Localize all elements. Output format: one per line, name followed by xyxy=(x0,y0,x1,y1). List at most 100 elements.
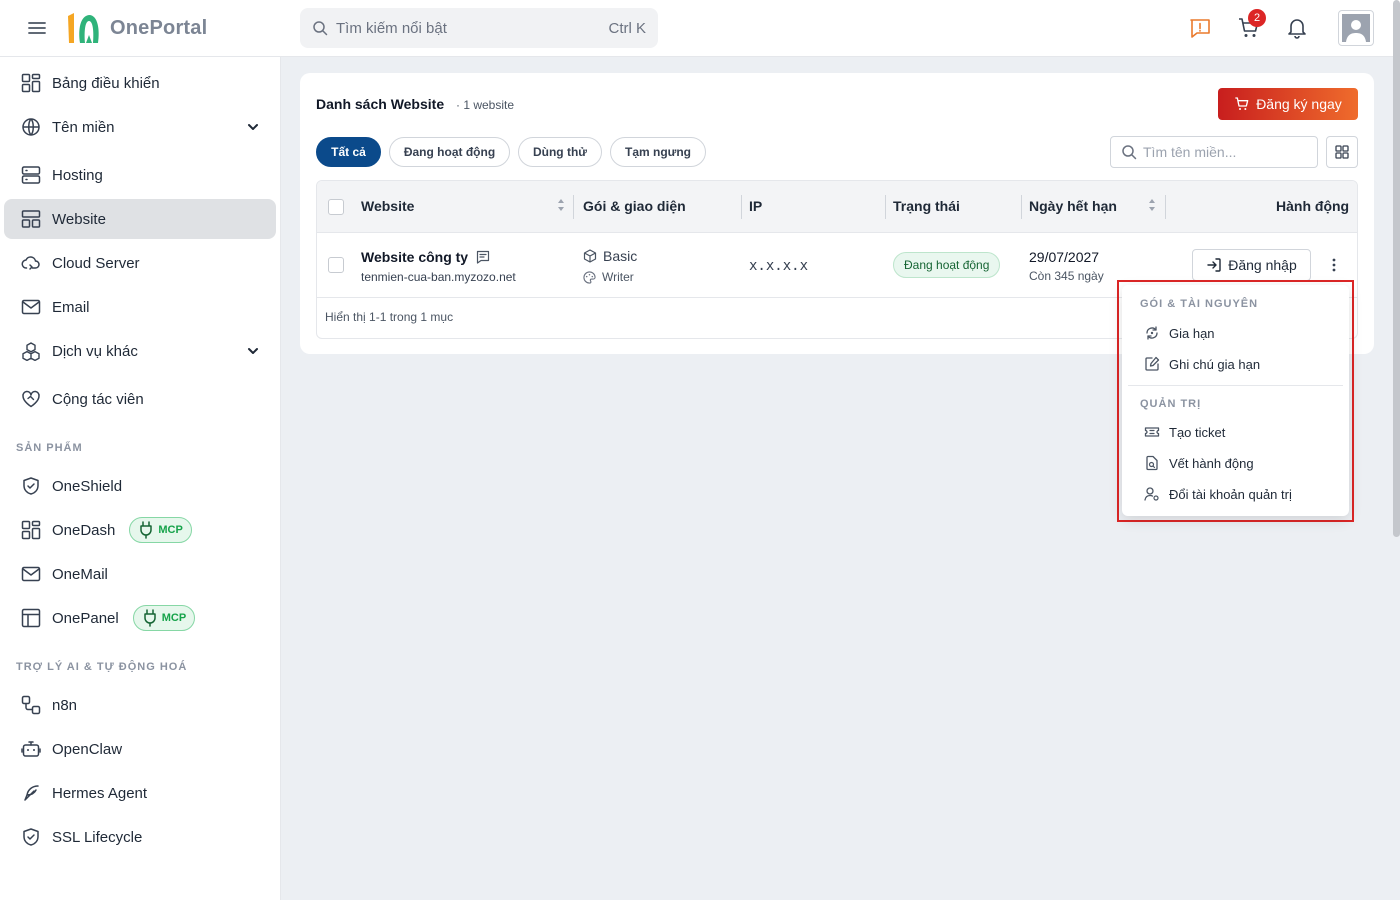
logo[interactable]: OnePortal xyxy=(64,10,207,46)
filter-tab-active[interactable]: Đang hoạt động xyxy=(389,137,510,167)
user-avatar-icon xyxy=(1342,14,1370,42)
login-button[interactable]: Đăng nhập xyxy=(1192,249,1311,281)
file-search-icon xyxy=(1146,455,1158,471)
sidebar-item-label: OneMail xyxy=(52,565,108,583)
column-plan-theme: Gói & giao diện xyxy=(583,198,686,214)
search-icon xyxy=(313,21,328,36)
sidebar-item-website[interactable]: Website xyxy=(4,199,276,239)
avatar[interactable] xyxy=(1338,10,1374,46)
menu-item-renew[interactable]: Gia hạn xyxy=(1144,325,1215,341)
website-domain: tenmien-cua-ban.myzozo.net xyxy=(361,270,516,284)
boxes-icon xyxy=(20,340,42,362)
grid-icon xyxy=(1335,145,1349,159)
section-title-ai: TRỢ LÝ AI & TỰ ĐỘNG HOÁ xyxy=(16,661,188,673)
plug-icon xyxy=(140,521,153,539)
sidebar-item-label: Cộng tác viên xyxy=(52,390,144,408)
status-badge: Đang hoạt động xyxy=(893,252,1001,278)
layout-icon xyxy=(20,208,42,230)
sidebar-item-label: SSL Lifecycle xyxy=(52,828,143,846)
sidebar-item-label: OnePanel xyxy=(52,609,119,627)
column-status: Trạng thái xyxy=(893,198,960,214)
cart-icon xyxy=(1235,97,1249,110)
palette-icon xyxy=(583,270,596,284)
sidebar-item-oneshield[interactable]: OneShield xyxy=(4,466,276,506)
dropdown-section-resources: GÓI & TÀI NGUYÊN xyxy=(1140,298,1259,310)
bot-icon xyxy=(20,738,42,760)
sidebar-item-hosting[interactable]: Hosting xyxy=(4,155,276,195)
mcp-badge: MCP xyxy=(129,517,192,543)
sidebar-item-other-services[interactable]: Dịch vụ khác xyxy=(4,331,276,371)
website-name[interactable]: Website công ty xyxy=(361,249,490,265)
menu-item-switch-admin[interactable]: Đổi tài khoản quản trị xyxy=(1144,486,1292,502)
sidebar-item-onedash[interactable]: OneDash MCP xyxy=(4,510,276,550)
dropdown-section-admin: QUẢN TRỊ xyxy=(1140,398,1202,410)
chevron-down-icon xyxy=(248,124,258,130)
sort-icon[interactable] xyxy=(556,197,566,213)
edit-note-icon xyxy=(1145,356,1160,371)
menu-item-create-ticket[interactable]: Tạo ticket xyxy=(1144,424,1225,440)
column-website[interactable]: Website xyxy=(361,198,414,214)
register-button[interactable]: Đăng ký ngay xyxy=(1218,88,1358,120)
sidebar-item-label: Hermes Agent xyxy=(52,784,148,802)
oneportal-logo-icon xyxy=(68,13,99,43)
note-icon[interactable] xyxy=(476,250,490,264)
feather-icon xyxy=(20,782,42,804)
grid-view-button[interactable] xyxy=(1326,136,1358,168)
sidebar-item-label: Tên miền xyxy=(52,118,115,136)
global-search[interactable]: Tìm kiếm nổi bật Ctrl K xyxy=(300,8,658,48)
column-expire-date[interactable]: Ngày hết hạn xyxy=(1029,198,1117,214)
menu-icon[interactable] xyxy=(27,18,47,38)
plan-name: Basic xyxy=(583,248,637,264)
shield-check-icon xyxy=(20,826,42,848)
sidebar-item-label: Hosting xyxy=(52,166,103,184)
menu-item-action-log[interactable]: Vết hành động xyxy=(1144,455,1254,471)
search-icon xyxy=(1122,145,1137,160)
sidebar-item-email[interactable]: Email xyxy=(4,287,276,327)
plug-icon xyxy=(143,609,156,627)
sort-icon[interactable] xyxy=(1147,197,1157,213)
sidebar-item-cloud-server[interactable]: Cloud Server xyxy=(4,243,276,283)
top-header: OnePortal Tìm kiếm nổi bật Ctrl K 2 xyxy=(0,0,1400,57)
expire-remaining: Còn 345 ngày xyxy=(1029,269,1104,283)
globe-icon xyxy=(20,116,42,138)
mcp-badge: MCP xyxy=(132,605,196,631)
filter-tab-trial[interactable]: Dùng thử xyxy=(518,137,602,167)
website-count: · 1 website xyxy=(456,98,515,112)
column-actions: Hành động xyxy=(1276,198,1350,214)
sidebar-item-affiliate[interactable]: Cộng tác viên xyxy=(4,379,276,419)
column-ip: IP xyxy=(749,198,763,214)
search-shortcut: Ctrl K xyxy=(608,19,647,37)
sidebar-item-n8n[interactable]: n8n xyxy=(4,685,276,725)
sidebar-item-label: OneDash xyxy=(52,521,116,539)
sidebar-item-onemail[interactable]: OneMail xyxy=(4,554,276,594)
expire-date: 29/07/2027 xyxy=(1029,249,1100,265)
page-scrollbar[interactable] xyxy=(1393,0,1400,537)
mail-icon xyxy=(20,296,42,318)
section-title-products: SẢN PHẨM xyxy=(16,442,83,454)
sidebar-item-label: n8n xyxy=(52,696,78,714)
row-checkbox[interactable] xyxy=(328,257,344,273)
sidebar-item-dashboard[interactable]: Bảng điều khiển xyxy=(4,63,276,103)
sidebar-item-hermes-agent[interactable]: Hermes Agent xyxy=(4,773,276,813)
filter-tab-all[interactable]: Tất cả xyxy=(316,137,381,167)
actions-dropdown-menu: GÓI & TÀI NGUYÊN Gia hạn Ghi chú gia hạn… xyxy=(1122,285,1349,516)
domain-search-placeholder: Tìm tên miền... xyxy=(1143,144,1237,160)
select-all-checkbox[interactable] xyxy=(328,199,344,215)
sidebar-item-openclaw[interactable]: OpenClaw xyxy=(4,729,276,769)
sidebar-item-onepanel[interactable]: OnePanel MCP xyxy=(4,598,276,638)
sidebar-item-ssl-lifecycle[interactable]: SSL Lifecycle xyxy=(4,817,276,857)
logo-text: OnePortal xyxy=(110,16,208,39)
more-vertical-icon[interactable] xyxy=(1325,255,1343,275)
shield-check-icon xyxy=(20,475,42,497)
sidebar-item-label: OneShield xyxy=(52,477,123,495)
menu-item-renew-note[interactable]: Ghi chú gia hạn xyxy=(1144,356,1260,372)
table-footer: Hiển thị 1-1 trong 1 mục xyxy=(325,310,454,324)
feedback-icon[interactable] xyxy=(1188,16,1212,40)
filter-tab-suspended[interactable]: Tạm ngưng xyxy=(610,137,706,167)
login-icon xyxy=(1207,258,1221,272)
bell-icon[interactable] xyxy=(1285,16,1309,40)
mail-icon xyxy=(20,563,42,585)
workflow-icon xyxy=(20,694,42,716)
domain-search-input[interactable]: Tìm tên miền... xyxy=(1110,136,1318,168)
sidebar-item-domains[interactable]: Tên miền xyxy=(4,107,276,147)
